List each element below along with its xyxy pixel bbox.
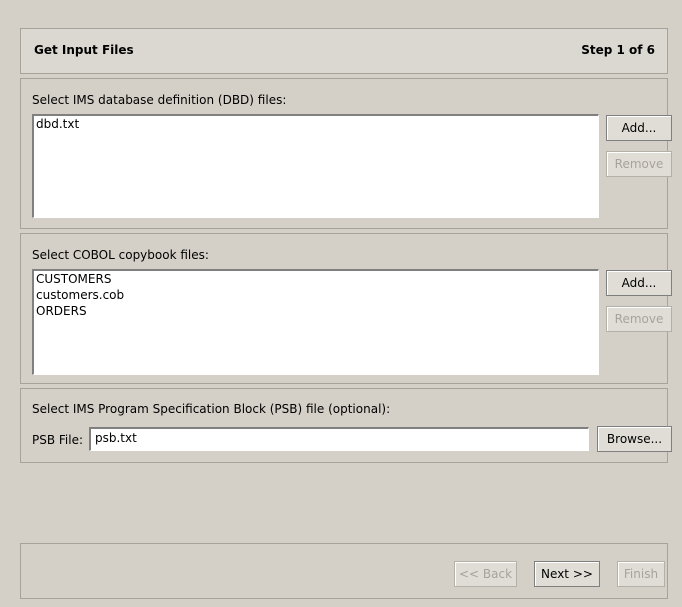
psb-file-input[interactable]: psb.txt [89,427,589,451]
step-indicator: Step 1 of 6 [581,43,655,57]
cobol-remove-button[interactable]: Remove [606,306,672,332]
finish-button[interactable]: Finish [617,561,665,587]
back-button[interactable]: << Back [454,561,517,587]
psb-section-label: Select IMS Program Specification Block (… [32,402,391,416]
list-item[interactable]: customers.cob [34,287,598,303]
dbd-add-button[interactable]: Add... [606,115,672,141]
list-item[interactable]: ORDERS [34,303,598,319]
dbd-section-label: Select IMS database definition (DBD) fil… [32,93,287,107]
wizard-header: Get Input Files Step 1 of 6 [20,28,668,74]
dbd-panel: Select IMS database definition (DBD) fil… [20,78,672,229]
psb-field-label: PSB File: [32,433,84,447]
browse-button[interactable]: Browse... [597,426,672,452]
dbd-file-list[interactable]: dbd.txt [32,114,599,218]
wizard-footer: << Back Next >> Finish [20,543,668,599]
wizard-dialog: Get Input Files Step 1 of 6 Select IMS d… [9,9,680,606]
cobol-section-label: Select COBOL copybook files: [32,248,209,262]
list-item[interactable]: dbd.txt [34,116,598,132]
list-item[interactable]: CUSTOMERS [34,271,598,287]
next-button[interactable]: Next >> [534,561,600,587]
dbd-remove-button[interactable]: Remove [606,151,672,177]
cobol-add-button[interactable]: Add... [606,270,672,296]
cobol-panel: Select COBOL copybook files: CUSTOMERS c… [20,233,672,384]
psb-panel: Select IMS Program Specification Block (… [20,388,672,463]
cobol-file-list[interactable]: CUSTOMERS customers.cob ORDERS [32,269,599,375]
page-title: Get Input Files [34,43,134,57]
